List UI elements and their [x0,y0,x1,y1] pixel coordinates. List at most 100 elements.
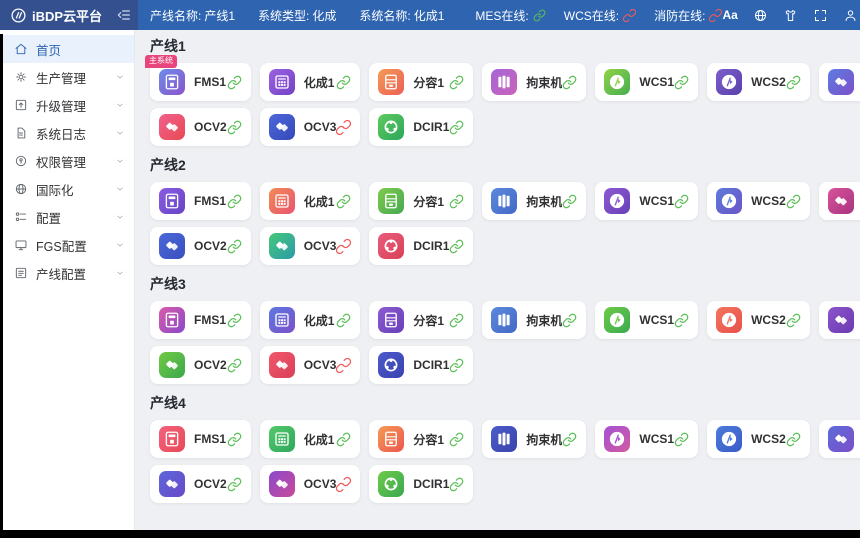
link-icon[interactable] [227,313,242,328]
link-icon[interactable] [227,358,242,373]
card-WCS2[interactable]: WCS2 [707,301,810,339]
card-FMS1[interactable]: FMS1 [150,420,251,458]
link-icon[interactable] [449,120,464,135]
sidebar-item-home[interactable]: 首页 [0,35,134,63]
ocv-icon [828,307,854,333]
card-OCV1[interactable]: OCV1 [819,63,860,101]
card-label: 化成1 [304,74,337,91]
link-icon[interactable] [336,75,351,90]
card-化成1[interactable]: 化成1 [260,182,361,220]
card-化成1[interactable]: 化成1 [260,301,361,339]
link-icon[interactable] [449,477,464,492]
sidebar-item-upgrade[interactable]: 升级管理 [0,91,134,119]
card-WCS1[interactable]: WCS1 [595,182,698,220]
sidebar-item-lineconfig[interactable]: 产线配置 [0,259,134,287]
broken-link-icon[interactable] [336,239,351,254]
card-OCV3[interactable]: OCV3 [260,465,361,503]
sidebar-item-label: 国际化 [36,180,74,199]
card-FMS1[interactable]: FMS1 [150,182,251,220]
card-分容1[interactable]: 分容1 [369,420,473,458]
card-DCIR1[interactable]: DCIR1 [369,108,473,146]
card-拘束机[interactable]: 拘束机 [482,420,586,458]
card-WCS1[interactable]: WCS1 [595,63,698,101]
sidebar-item-log[interactable]: 系统日志 [0,119,134,147]
language-icon[interactable] [753,8,768,23]
broken-link-icon[interactable] [336,477,351,492]
status-label: MES在线: [475,7,528,24]
line-title: 产线2 [150,157,846,173]
link-icon[interactable] [336,313,351,328]
card-label: OCV2 [194,358,227,372]
card-WCS2[interactable]: WCS2 [707,63,810,101]
card-OCV1[interactable]: OCV1 [819,420,860,458]
card-WCS1[interactable]: WCS1 [595,420,698,458]
link-icon[interactable] [562,75,577,90]
card-DCIR1[interactable]: DCIR1 [369,465,473,503]
link-icon[interactable] [449,194,464,209]
link-icon[interactable] [786,432,801,447]
broken-link-icon[interactable] [336,358,351,373]
card-WCS2[interactable]: WCS2 [707,182,810,220]
card-OCV3[interactable]: OCV3 [260,108,361,146]
link-icon[interactable] [674,194,689,209]
ocv-icon [269,352,295,378]
card-DCIR1[interactable]: DCIR1 [369,227,473,265]
card-拘束机[interactable]: 拘束机 [482,182,586,220]
link-icon[interactable] [674,75,689,90]
card-OCV2[interactable]: OCV2 [150,227,251,265]
link-icon[interactable] [562,432,577,447]
card-FMS1[interactable]: 主系统FMS1 [150,63,251,101]
card-FMS1[interactable]: FMS1 [150,301,251,339]
card-DCIR1[interactable]: DCIR1 [369,346,473,384]
sidebar-item-production[interactable]: 生产管理 [0,63,134,91]
link-icon[interactable] [449,239,464,254]
link-icon[interactable] [562,194,577,209]
link-icon[interactable] [336,432,351,447]
link-icon[interactable] [449,432,464,447]
card-OCV2[interactable]: OCV2 [150,346,251,384]
link-icon[interactable] [674,313,689,328]
link-icon[interactable] [786,194,801,209]
link-icon[interactable] [227,432,242,447]
card-OCV3[interactable]: OCV3 [260,346,361,384]
card-OCV1[interactable]: OCV1 [819,301,860,339]
fullscreen-icon[interactable] [813,8,828,23]
card-OCV1[interactable]: OCV1 [819,182,860,220]
card-OCV2[interactable]: OCV2 [150,108,251,146]
link-icon[interactable] [786,75,801,90]
link-icon[interactable] [227,477,242,492]
link-icon[interactable] [227,194,242,209]
sidebar-item-config[interactable]: 配置 [0,203,134,231]
font-size-icon[interactable]: Aa [722,9,737,21]
link-icon[interactable] [449,313,464,328]
sidebar-collapse-icon[interactable] [116,7,132,23]
link-icon[interactable] [227,75,242,90]
card-分容1[interactable]: 分容1 [369,63,473,101]
sidebar-item-i18n[interactable]: 国际化 [0,175,134,203]
sidebar-item-fgs[interactable]: FGS配置 [0,231,134,259]
wcs-icon [604,69,630,95]
user-icon[interactable] [843,8,858,23]
card-化成1[interactable]: 化成1 [260,63,361,101]
theme-icon[interactable] [783,8,798,23]
link-icon[interactable] [227,239,242,254]
link-icon[interactable] [449,75,464,90]
broken-link-icon[interactable] [336,120,351,135]
card-拘束机[interactable]: 拘束机 [482,63,586,101]
card-OCV3[interactable]: OCV3 [260,227,361,265]
card-WCS1[interactable]: WCS1 [595,301,698,339]
link-icon[interactable] [562,313,577,328]
card-分容1[interactable]: 分容1 [369,182,473,220]
sidebar-item-permission[interactable]: 权限管理 [0,147,134,175]
cards-grid: 主系统FMS1化成1分容1拘束机WCS1WCS2OCV1OCV2OCV3DCIR… [150,63,846,146]
card-OCV2[interactable]: OCV2 [150,465,251,503]
link-icon[interactable] [674,432,689,447]
link-icon[interactable] [336,194,351,209]
link-icon[interactable] [786,313,801,328]
link-icon[interactable] [227,120,242,135]
card-WCS2[interactable]: WCS2 [707,420,810,458]
link-icon[interactable] [449,358,464,373]
card-分容1[interactable]: 分容1 [369,301,473,339]
card-拘束机[interactable]: 拘束机 [482,301,586,339]
card-化成1[interactable]: 化成1 [260,420,361,458]
